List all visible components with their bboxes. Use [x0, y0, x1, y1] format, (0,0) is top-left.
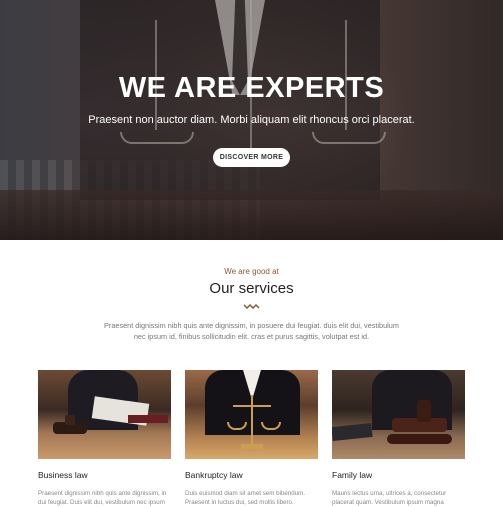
bankruptcy-law-text-line-1: Duis euismod diam sit amet sem bibendum. — [185, 490, 306, 497]
services-intro: Praesent dignissim nibh quis ante dignis… — [104, 321, 399, 341]
bankruptcy-law-text: Duis euismod diam sit amet sem bibendum.… — [185, 489, 320, 507]
hero-subtitle: Praesent non auctor diam. Morbi aliquam … — [88, 114, 415, 126]
family-law-title[interactable]: Family law — [332, 470, 372, 480]
business-law-title[interactable]: Business law — [38, 470, 88, 480]
hero-title: WE ARE EXPERTS — [118, 72, 385, 104]
business-law-text: Praesent dignissim nibh quis ante dignis… — [38, 489, 173, 507]
family-law-text-line-1: Mauris lectus urna, ultrices a, consecte… — [332, 490, 447, 497]
family-law-image[interactable] — [332, 370, 465, 459]
bankruptcy-law-title[interactable]: Bankruptcy law — [185, 470, 243, 480]
discover-more-button[interactable]: DISCOVER MORE — [213, 148, 290, 167]
business-law-text-line-1: Praesent dignissim nibh quis ante dignis… — [38, 490, 167, 497]
hero-banner: WE ARE EXPERTS Praesent non auctor diam.… — [0, 0, 503, 240]
squiggle-divider-icon — [243, 303, 260, 309]
family-law-text: Mauris lectus urna, ultrices a, consecte… — [332, 489, 467, 507]
services-eyebrow: We are good at — [224, 267, 279, 276]
business-law-image[interactable] — [38, 370, 171, 459]
bankruptcy-law-image[interactable] — [185, 370, 318, 459]
services-title: Our services — [209, 280, 294, 297]
